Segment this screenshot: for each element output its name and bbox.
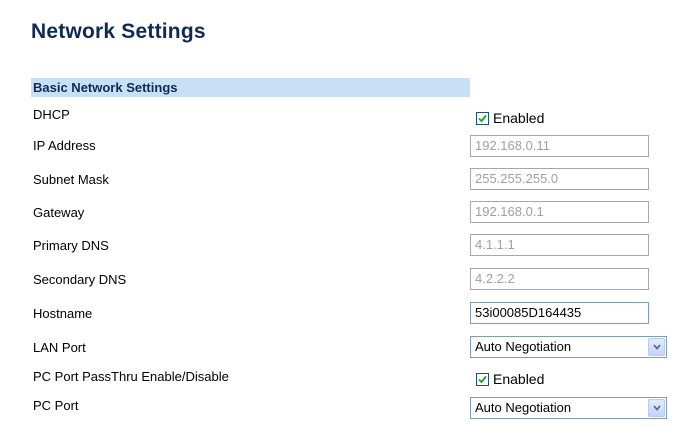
primary-dns-label: Primary DNS <box>33 238 109 253</box>
pc-port-select[interactable]: Auto Negotiation <box>470 397 667 419</box>
gateway-field[interactable]: 192.168.0.1 <box>470 201 649 223</box>
dhcp-checkbox-label: Enabled <box>493 110 545 126</box>
subnet-mask-field[interactable]: 255.255.255.0 <box>470 168 649 190</box>
hostname-label: Hostname <box>33 306 93 321</box>
subnet-mask-label: Subnet Mask <box>33 172 109 187</box>
pc-passthru-checkbox-group[interactable]: Enabled <box>470 369 544 389</box>
primary-dns-field[interactable]: 4.1.1.1 <box>470 234 649 256</box>
pc-passthru-row: PC Port PassThru Enable/Disable Enabled <box>0 368 682 396</box>
lan-port-row: LAN Port Auto Negotiation <box>0 336 682 367</box>
gateway-row: Gateway 192.168.0.1 <box>0 201 682 232</box>
lan-port-select[interactable]: Auto Negotiation <box>470 336 667 358</box>
dropdown-arrow-button[interactable] <box>648 399 665 417</box>
ip-address-label: IP Address <box>33 138 96 153</box>
pc-passthru-label: PC Port PassThru Enable/Disable <box>33 369 229 384</box>
ip-address-row: IP Address 192.168.0.11 <box>0 135 682 165</box>
pc-port-selected-value: Auto Negotiation <box>475 400 572 415</box>
dropdown-arrow-button[interactable] <box>648 338 665 356</box>
secondary-dns-label: Secondary DNS <box>33 272 127 287</box>
lan-port-label: LAN Port <box>33 340 86 355</box>
dhcp-checkbox[interactable] <box>476 111 489 125</box>
checkmark-icon <box>478 114 487 122</box>
hostname-row: Hostname 53i00085D164435 <box>0 302 682 333</box>
secondary-dns-row: Secondary DNS 4.2.2.2 <box>0 268 682 299</box>
dhcp-row: DHCP Enabled <box>0 106 682 134</box>
secondary-dns-field[interactable]: 4.2.2.2 <box>470 268 649 290</box>
page-title: Network Settings <box>31 20 206 43</box>
pc-port-row: PC Port Auto Negotiation <box>0 397 682 425</box>
gateway-label: Gateway <box>33 205 85 220</box>
dhcp-checkbox-group[interactable]: Enabled <box>470 108 544 128</box>
checkmark-icon <box>478 375 487 383</box>
hostname-field[interactable]: 53i00085D164435 <box>470 302 649 324</box>
primary-dns-row: Primary DNS 4.1.1.1 <box>0 234 682 265</box>
lan-port-selected-value: Auto Negotiation <box>475 339 572 354</box>
pc-passthru-checkbox-label: Enabled <box>493 371 545 387</box>
ip-address-field[interactable]: 192.168.0.11 <box>470 135 649 157</box>
pc-passthru-checkbox[interactable] <box>476 372 489 386</box>
chevron-down-icon <box>653 344 661 350</box>
section-header: Basic Network Settings <box>31 78 470 97</box>
dhcp-label: DHCP <box>33 107 70 122</box>
chevron-down-icon <box>653 405 661 411</box>
subnet-mask-row: Subnet Mask 255.255.255.0 <box>0 168 682 199</box>
pc-port-label: PC Port <box>33 398 79 413</box>
